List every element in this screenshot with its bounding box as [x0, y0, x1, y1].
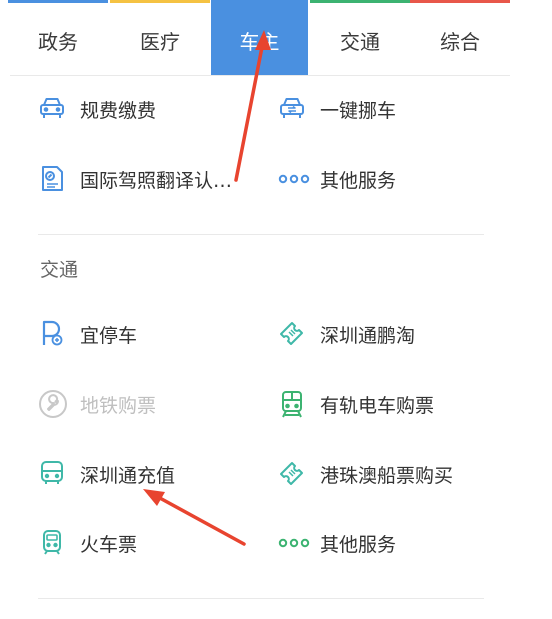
tab-label: 交通: [340, 30, 380, 54]
service-label: 深圳通充值: [80, 465, 176, 487]
more-dots-icon: [278, 528, 310, 556]
shenzhen-tong-recharge[interactable]: 深圳通充值: [38, 457, 278, 497]
tab-government[interactable]: 政务: [8, 0, 108, 75]
more-dots-icon: [278, 164, 310, 192]
parking-icon: [38, 319, 66, 347]
service-label: 一键挪车: [320, 100, 397, 122]
service-label: 深圳通鹏淘: [320, 325, 416, 347]
tab-indicator: [310, 0, 410, 3]
section-divider: [38, 598, 484, 599]
service-label: 有轨电车购票: [320, 395, 435, 417]
service-label: 宜停车: [80, 325, 138, 347]
ticket-icon: [278, 319, 306, 347]
tab-indicator: [110, 0, 210, 3]
metro-ticket[interactable]: 地铁购票: [38, 387, 278, 427]
section-divider: [38, 234, 484, 235]
tab-label: 综合: [440, 30, 480, 54]
license-document-icon: [38, 164, 66, 192]
service-label: 其他服务: [320, 534, 397, 556]
section-title-traffic: 交通: [40, 259, 79, 281]
wrench-icon: [38, 389, 67, 418]
service-fee-payment[interactable]: 规费缴费: [38, 92, 278, 132]
tram-icon: [278, 389, 306, 418]
tab-label: 政务: [38, 30, 78, 54]
ticket-icon: [278, 459, 306, 487]
tab-traffic[interactable]: 交通: [310, 0, 410, 75]
international-license-translation[interactable]: 国际驾照翻译认…: [38, 162, 278, 202]
service-label: 规费缴费: [80, 100, 157, 122]
tab-label: 医疗: [140, 30, 180, 54]
tab-divider: [10, 75, 510, 76]
service-label: 国际驾照翻译认…: [80, 170, 233, 192]
yi-parking[interactable]: 宜停车: [38, 317, 278, 357]
tab-label: 车主: [239, 30, 280, 54]
tram-ticket[interactable]: 有轨电车购票: [278, 387, 518, 427]
car-swap-icon: [278, 94, 306, 122]
service-label: 火车票: [80, 534, 138, 556]
hzmb-ferry-ticket[interactable]: 港珠澳船票购买: [278, 457, 518, 497]
service-label: 其他服务: [320, 170, 397, 192]
bus-icon: [38, 459, 66, 487]
service-label: 地铁购票: [80, 395, 157, 417]
train-icon: [38, 528, 66, 556]
other-services-traffic[interactable]: 其他服务: [278, 526, 518, 566]
train-ticket[interactable]: 火车票: [38, 526, 278, 566]
shenzhen-tong-pengtao[interactable]: 深圳通鹏淘: [278, 317, 518, 357]
tab-medical[interactable]: 医疗: [110, 0, 210, 75]
tab-comprehensive[interactable]: 综合: [410, 0, 510, 75]
tab-indicator: [410, 0, 510, 3]
tab-indicator: [8, 0, 108, 3]
tab-car-owner[interactable]: 车主: [211, 0, 308, 75]
car-icon: [38, 94, 66, 122]
service-label: 港珠澳船票购买: [320, 465, 454, 487]
one-click-move-car[interactable]: 一键挪车: [278, 92, 518, 132]
other-services-owner[interactable]: 其他服务: [278, 162, 518, 202]
category-tab-bar: 政务 医疗 车主 交通 综合: [0, 0, 552, 75]
